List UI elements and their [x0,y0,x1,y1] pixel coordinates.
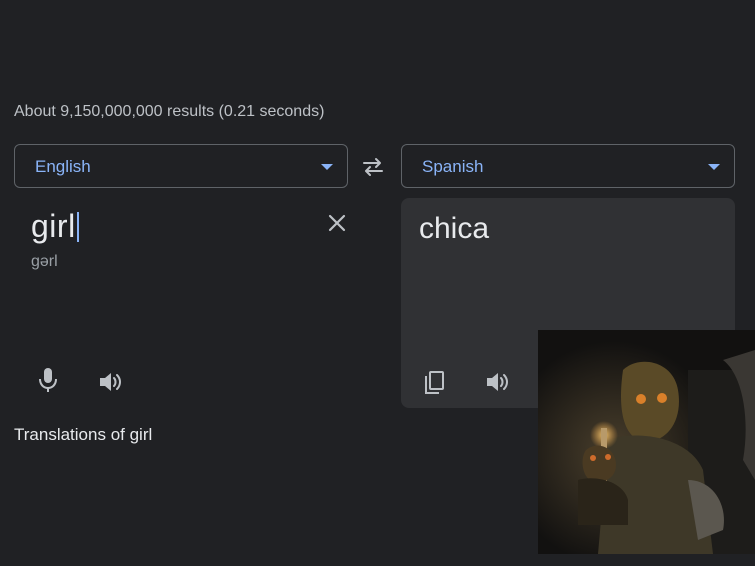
source-text-input[interactable]: girl [31,208,79,245]
target-language-select[interactable]: Spanish [401,144,735,188]
translated-text: chica [419,212,490,245]
target-language-label: Spanish [422,157,484,176]
translations-heading: Translations of girl [14,425,153,444]
source-text-panel[interactable]: girl gərl [14,198,354,408]
caret-down-icon [708,164,720,170]
results-stats: About 9,150,000,000 results (0.21 second… [14,103,325,120]
volume-icon [487,373,508,391]
source-transliteration: gərl [31,253,58,270]
microphone-icon [39,368,57,392]
caret-down-icon [321,164,333,170]
source-language-label: English [35,157,91,176]
listen-source-button[interactable] [98,370,124,394]
video-overlay[interactable] [538,330,755,554]
source-text-value: girl [31,208,76,244]
source-language-select[interactable]: English [14,144,348,188]
swap-horiz-icon [363,158,383,176]
clear-text-button[interactable] [326,212,348,234]
voice-input-button[interactable] [36,366,60,394]
copy-icon [425,371,444,394]
swap-languages-button[interactable] [360,155,386,179]
video-frame-image [538,330,755,554]
translate-page: About 9,150,000,000 results (0.21 second… [0,0,755,566]
copy-translation-button[interactable] [423,370,445,396]
listen-translation-button[interactable] [485,370,511,394]
text-cursor [76,212,79,242]
close-icon [328,214,346,232]
volume-icon [100,373,121,391]
